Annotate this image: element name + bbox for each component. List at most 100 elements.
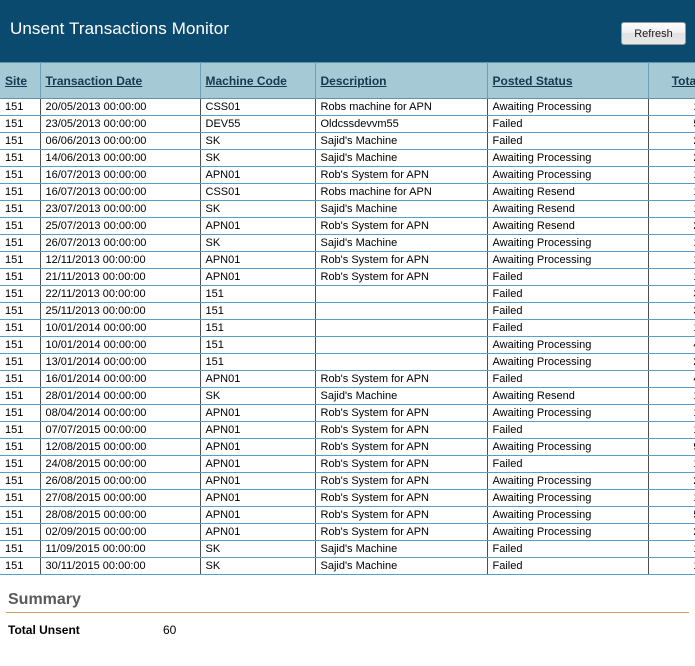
table-row[interactable]: 151 25/07/2013 00:00:00 APN01 Rob's System … [0, 217, 695, 235]
cell-machine_code: CSS01 [200, 183, 316, 201]
column-header-machine-code-label[interactable]: Machine Code [206, 74, 287, 88]
column-header-posted-status[interactable]: Posted Status [487, 62, 649, 99]
table-row[interactable]: 15122/11/2013 00:00:00151 Failed3 [0, 285, 695, 303]
cell-transaction_date: 16/07/2013 00:00:00 [40, 183, 201, 201]
cell-posted_status: Failed [487, 421, 649, 439]
cell-posted_status: Awaiting Resend [487, 200, 649, 218]
column-header-description[interactable]: Description [315, 62, 488, 99]
cell-site: 151 [0, 183, 41, 201]
cell-description: Rob's System for APN [315, 421, 488, 439]
cell-machine_code: CSS01 [200, 98, 316, 116]
column-header-posted-status-label[interactable]: Posted Status [493, 74, 573, 88]
cell-posted_status: Awaiting Processing [487, 404, 649, 422]
table-row[interactable]: 151 28/01/2014 00:00:00 SK Sajid's Machine A… [0, 387, 695, 405]
table-row[interactable]: 151 23/07/2013 00:00:00 SK Sajid's Machine A… [0, 200, 695, 218]
column-header-transaction-date-label[interactable]: Transaction Date [46, 74, 143, 88]
cell-machine_code: 151 [200, 353, 316, 371]
cell-total: 2 [648, 132, 695, 150]
cell-total: 2 [648, 217, 695, 235]
cell-posted_status: Awaiting Resend [487, 387, 649, 405]
cell-description: Rob's System for APN [315, 251, 488, 269]
cell-machine_code: SK [200, 234, 316, 252]
column-header-total-label[interactable]: Total [672, 74, 695, 88]
table-row[interactable]: 151 23/05/2013 00:00:00 DEV55 Oldcssdevvm55… [0, 115, 695, 133]
table-row[interactable]: 151 12/08/2015 00:00:00 APN01 Rob's System … [0, 438, 695, 456]
cell-transaction_date: 27/08/2015 00:00:00 [40, 489, 201, 507]
table-row[interactable]: 151 16/01/2014 00:00:00 APN01 Rob's System … [0, 370, 695, 388]
cell-site: 151 [0, 489, 41, 507]
cell-machine_code: SK [200, 132, 316, 150]
cell-description: Rob's System for APN [315, 506, 488, 524]
cell-description: Sajid's Machine [315, 200, 488, 218]
cell-transaction_date: 13/01/2014 00:00:00 [40, 353, 201, 371]
table-row[interactable]: 151 24/08/2015 00:00:00 APN01 Rob's System … [0, 455, 695, 473]
cell-description: Rob's System for APN [315, 404, 488, 422]
table-row[interactable]: 151 13/01/2014 00:00:00 151 Awaiting Proces… [0, 353, 695, 371]
cell-description: Rob's System for APN [315, 472, 488, 490]
cell-total: 2 [648, 353, 695, 371]
cell-description: Robs machine for APN [315, 183, 488, 201]
cell-site: 151 [0, 302, 41, 320]
table-row[interactable]: 151 30/11/2015 00:00:00 SK Sajid's Machine F… [0, 557, 695, 575]
cell-transaction_date: 12/08/2015 00:00:00 [40, 438, 201, 456]
refresh-button[interactable]: Refresh [621, 22, 686, 45]
cell-description: Rob's System for APN [315, 370, 488, 388]
table-row[interactable]: 151 10/01/2014 00:00:00 151 Awaiting Proces… [0, 336, 695, 354]
table-row[interactable]: 151 21/11/2013 00:00:00 APN01 Rob's System … [0, 268, 695, 286]
cell-site: 151 [0, 234, 41, 252]
cell-total: 1 [648, 489, 695, 507]
table-row[interactable]: 151 06/06/2013 00:00:00 SK Sajid's Machine F… [0, 132, 695, 150]
column-header-description-label[interactable]: Description [321, 74, 387, 88]
cell-site: 151 [0, 217, 41, 235]
cell-site: 151 [0, 251, 41, 269]
cell-description: Sajid's Machine [315, 234, 488, 252]
table-row[interactable]: 151 14/06/2013 00:00:00 SK Sajid's Machine A… [0, 149, 695, 167]
cell-site: 151 [0, 353, 41, 371]
cell-machine_code: SK [200, 540, 316, 558]
column-header-machine-code[interactable]: Machine Code [200, 62, 316, 99]
table-row[interactable]: 151 28/08/2015 00:00:00 APN01 Rob's System … [0, 506, 695, 524]
column-header-site[interactable]: Site [0, 62, 41, 99]
cell-transaction_date: 10/01/2014 00:00:00 [40, 319, 201, 337]
table-row[interactable]: 151 16/07/2013 00:00:00 CSS01 Robs machine … [0, 183, 695, 201]
cell-description: Oldcssdevvm55 [315, 115, 488, 133]
cell-site: 151 [0, 523, 41, 541]
cell-posted_status: Failed [487, 268, 649, 286]
table-row[interactable]: 151 16/07/2013 00:00:00 APN01 Rob's System … [0, 166, 695, 184]
cell-machine_code: SK [200, 387, 316, 405]
table-row[interactable]: 15125/11/2013 00:00:00151 Failed3 [0, 302, 695, 320]
table-row[interactable]: 151 26/08/2015 00:00:00 APN01 Rob's System … [0, 472, 695, 490]
cell-description: Sajid's Machine [315, 132, 488, 150]
cell-site: 151 [0, 404, 41, 422]
cell-total: 1 [648, 404, 695, 422]
cell-description: Rob's System for APN [315, 217, 488, 235]
column-header-transaction-date[interactable]: Transaction Date [40, 62, 201, 99]
table-row[interactable]: 151 08/04/2014 00:00:00 APN01 Rob's System … [0, 404, 695, 422]
cell-site: 151 [0, 268, 41, 286]
cell-posted_status: Failed [487, 285, 649, 303]
cell-total: 1 [648, 200, 695, 218]
column-header-site-label[interactable]: Site [5, 74, 27, 88]
cell-description: Rob's System for APN [315, 438, 488, 456]
cell-total: 1 [648, 540, 695, 558]
column-header-total[interactable]: Total [648, 62, 695, 99]
table-row[interactable]: 151 11/09/2015 00:00:00 SK Sajid's Machine F… [0, 540, 695, 558]
table-row[interactable]: 151 27/08/2015 00:00:00 APN01 Rob's System … [0, 489, 695, 507]
table-row[interactable]: 151 12/11/2013 00:00:00 APN01 Rob's System … [0, 251, 695, 269]
table-row[interactable]: 15110/01/2014 00:00:00151 Failed1 [0, 319, 695, 337]
cell-posted_status: Awaiting Resend [487, 183, 649, 201]
table-row[interactable]: 151 20/05/2013 00:00:00 CSS01 Robs machine … [0, 98, 695, 116]
table-row[interactable]: 151 07/07/2015 00:00:00 APN01 Rob's System … [0, 421, 695, 439]
page-title: Unsent Transactions Monitor [10, 19, 230, 38]
cell-total: 1 [648, 183, 695, 201]
cell-machine_code: APN01 [200, 251, 316, 269]
table-header-row: Site Transaction Date Machine Code Descr… [0, 62, 695, 99]
cell-posted_status: Awaiting Processing [487, 472, 649, 490]
table-row[interactable]: 151 02/09/2015 00:00:00 APN01 Rob's System … [0, 523, 695, 541]
cell-posted_status: Failed [487, 370, 649, 388]
cell-description: Rob's System for APN [315, 455, 488, 473]
cell-posted_status: Failed [487, 302, 649, 320]
cell-transaction_date: 23/05/2013 00:00:00 [40, 115, 201, 133]
table-row[interactable]: 151 26/07/2013 00:00:00 SK Sajid's Machine A… [0, 234, 695, 252]
cell-site: 151 [0, 132, 41, 150]
